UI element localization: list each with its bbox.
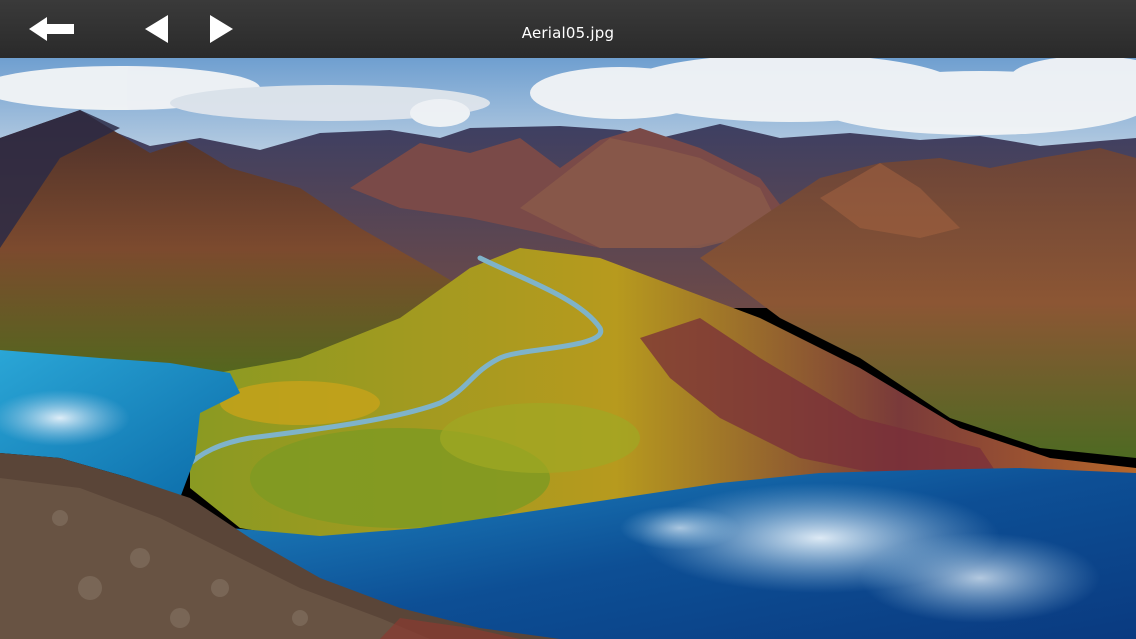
image-title: Aerial05.jpg [521,24,615,42]
image-viewer[interactable] [0,58,1136,639]
top-toolbar: Aerial05.jpg [0,0,1136,59]
aerial-landscape-image [0,58,1136,639]
